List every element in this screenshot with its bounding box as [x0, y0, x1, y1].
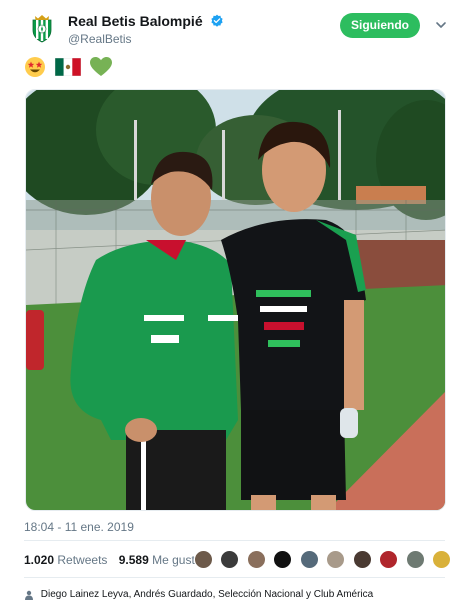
liker-avatar[interactable] — [352, 550, 372, 569]
mexico-flag-icon — [54, 57, 81, 82]
tagged-people[interactable]: Diego Lainez Leyva, Andrés Guardado, Sel… — [24, 589, 373, 600]
tagged-text: Diego Lainez Leyva, Andrés Guardado, Sel… — [40, 589, 374, 600]
likes-count: 9.589 — [118, 553, 149, 567]
liker-avatar[interactable] — [194, 550, 213, 569]
star-struck-emoji-icon — [24, 56, 46, 84]
retweets-label: Retweets — [57, 553, 108, 567]
liker-avatar[interactable] — [432, 550, 452, 569]
person-tag-icon — [25, 590, 33, 600]
liker-avatar[interactable] — [246, 550, 266, 569]
liker-avatar[interactable] — [299, 550, 319, 569]
chevron-down-icon[interactable] — [435, 19, 447, 31]
real-betis-crest-icon — [24, 10, 60, 46]
account-names: Real Betis Balompié @RealBetis — [68, 12, 224, 46]
liker-avatar[interactable] — [379, 550, 399, 569]
liker-avatar[interactable] — [220, 550, 240, 569]
divider — [24, 540, 445, 541]
photo-two-players-icon — [26, 90, 445, 510]
tweet-stats: 1.020 Retweets 9.589 Me gusta — [24, 550, 209, 570]
tweet-card: Real Betis Balompié @RealBetis Siguiendo — [0, 0, 469, 611]
liker-avatar[interactable] — [405, 550, 425, 569]
verified-badge-icon — [211, 14, 223, 27]
retweets-count: 1.020 — [24, 553, 55, 567]
tweet-text — [24, 56, 116, 80]
tweet-photo[interactable] — [25, 89, 446, 511]
retweets-stat[interactable]: 1.020 Retweets — [24, 550, 107, 570]
divider — [24, 577, 445, 578]
green-heart-emoji-icon — [89, 56, 113, 84]
display-name[interactable]: Real Betis Balompié — [68, 13, 203, 29]
following-button[interactable]: Siguiendo — [340, 13, 420, 38]
tweet-header: Real Betis Balompié @RealBetis Siguiendo — [24, 10, 454, 50]
avatar[interactable] — [24, 10, 60, 46]
likes-stat[interactable]: 9.589 Me gusta — [119, 550, 202, 570]
liker-avatar[interactable] — [326, 550, 346, 569]
account-handle[interactable]: @RealBetis — [68, 32, 224, 46]
liker-avatar[interactable] — [273, 550, 293, 569]
tweet-timestamp[interactable]: 18:04 - 11 ene. 2019 — [24, 520, 134, 534]
likers-avatars — [194, 550, 454, 570]
